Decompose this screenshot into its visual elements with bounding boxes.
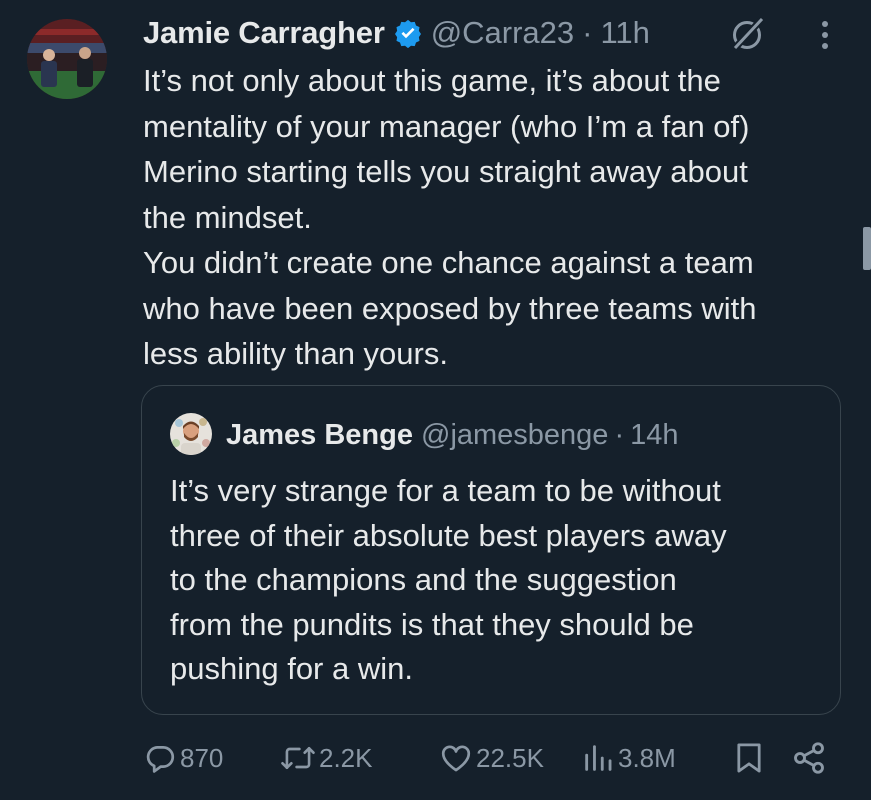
like-button[interactable]: 22.5K xyxy=(439,735,544,781)
author-handle[interactable]: @Carra23 xyxy=(431,15,574,51)
tweet-text-line: who have been exposed by three teams wit… xyxy=(143,290,757,326)
bookmark-button[interactable] xyxy=(733,735,765,781)
tweet-timestamp[interactable]: 11h xyxy=(600,15,649,51)
tweet-header: Jamie Carragher @Carra23 · 11h xyxy=(143,10,650,56)
views-button[interactable]: 3.8M xyxy=(581,735,676,781)
verified-badge-icon xyxy=(393,18,423,49)
views-chart-icon xyxy=(581,741,615,775)
repost-count: 2.2K xyxy=(319,742,373,773)
reply-count: 870 xyxy=(180,742,224,773)
tweet-text: It’s not only about this game, it’s abou… xyxy=(143,58,843,377)
like-count: 22.5K xyxy=(476,742,544,773)
quoted-tweet[interactable]: James Benge @jamesbenge · 14h It’s very … xyxy=(141,385,841,715)
share-icon xyxy=(791,740,827,776)
more-vertical-icon[interactable] xyxy=(812,16,838,52)
quoted-tweet-header: James Benge @jamesbenge · 14h xyxy=(226,415,679,455)
tweet-text-line: mentality of your manager (who I’m a fan… xyxy=(143,108,750,144)
quoted-text-line: It’s very strange for a team to be witho… xyxy=(170,473,721,508)
scrollbar-thumb[interactable] xyxy=(863,227,871,270)
share-button[interactable] xyxy=(791,735,827,781)
author-name[interactable]: Jamie Carragher xyxy=(143,15,385,51)
quoted-text-line: to the champions and the suggestion xyxy=(170,562,677,597)
tweet: Jamie Carragher @Carra23 · 11h It’s not … xyxy=(0,0,871,800)
quoted-text-line: from the pundits is that they should be xyxy=(170,606,694,642)
action-bar: 870 2.2K 22.5K 3.8M xyxy=(143,735,843,781)
quoted-text-line: three of their absolute best players awa… xyxy=(170,517,727,553)
reply-button[interactable]: 870 xyxy=(143,735,223,781)
quoted-author-handle[interactable]: @jamesbenge xyxy=(421,419,608,452)
repost-icon xyxy=(280,741,316,775)
quoted-author-name[interactable]: James Benge xyxy=(226,419,413,452)
grok-icon[interactable] xyxy=(728,14,768,54)
reply-icon xyxy=(143,741,177,775)
bookmark-icon xyxy=(733,740,765,776)
tweet-text-line: less ability than yours. xyxy=(143,336,448,371)
author-avatar[interactable] xyxy=(27,19,107,99)
tweet-text-line: You didn’t create one chance against a t… xyxy=(143,245,754,280)
quoted-header-separator: · xyxy=(614,418,625,451)
heart-icon xyxy=(439,741,473,775)
tweet-text-line: It’s not only about this game, it’s abou… xyxy=(143,63,721,98)
quoted-tweet-text: It’s very strange for a team to be witho… xyxy=(170,469,820,692)
tweet-text-line: the mindset. xyxy=(143,199,312,235)
views-count: 3.8M xyxy=(618,742,676,773)
header-separator: · xyxy=(582,15,593,50)
quoted-tweet-timestamp[interactable]: 14h xyxy=(630,419,678,452)
quoted-author-avatar[interactable] xyxy=(170,413,212,455)
repost-button[interactable]: 2.2K xyxy=(280,735,373,781)
tweet-text-line: Merino starting tells you straight away … xyxy=(143,154,748,189)
quoted-text-line: pushing for a win. xyxy=(170,651,413,686)
